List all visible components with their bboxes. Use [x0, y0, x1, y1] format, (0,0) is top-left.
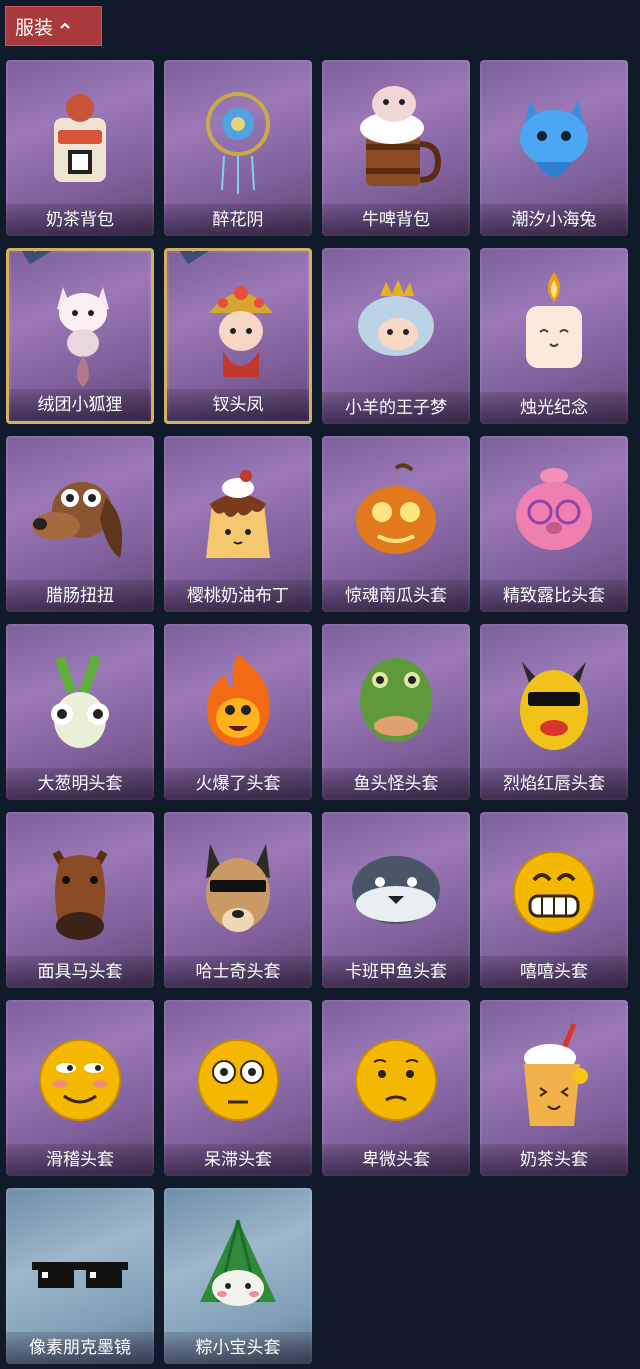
costume-label: 像素朋克墨镜 — [6, 1332, 154, 1364]
costume-card[interactable]: 潮汐小海兔 — [480, 60, 628, 236]
costume-card[interactable]: 大葱明头套 — [6, 624, 154, 800]
costume-label: 惊魂南瓜头套 — [322, 580, 470, 612]
horse-mask-icon — [26, 830, 134, 950]
costume-label: 醉花阴 — [164, 204, 312, 236]
costume-label: 嘻嘻头套 — [480, 956, 628, 988]
smirk-emoji-head-icon — [26, 1018, 134, 1138]
costume-card[interactable]: 卑微头套 — [322, 1000, 470, 1176]
costume-label: 腊肠扭扭 — [6, 580, 154, 612]
costume-label: 牛啤背包 — [322, 204, 470, 236]
costume-card[interactable]: 面具马头套 — [6, 812, 154, 988]
phoenix-crown-icon — [187, 269, 295, 389]
costume-label: 烛光纪念 — [480, 392, 628, 424]
cow-beer-mug-icon — [342, 78, 450, 198]
costume-label: 呆滞头套 — [164, 1144, 312, 1176]
fish-helmet-icon — [342, 830, 450, 950]
costume-card[interactable]: 嘻嘻头套 — [480, 812, 628, 988]
fire-head-icon — [184, 642, 292, 762]
costume-card[interactable]: 穿戴钗头凤 — [164, 248, 312, 424]
zongzi-head-icon — [184, 1206, 292, 1326]
costume-label: 绒团小狐狸 — [9, 389, 151, 421]
costume-card[interactable]: 烛光纪念 — [480, 248, 628, 424]
costume-label: 奶茶背包 — [6, 204, 154, 236]
costume-card[interactable]: 粽小宝头套 — [164, 1188, 312, 1364]
costume-card[interactable]: 烈焰红唇头套 — [480, 624, 628, 800]
fluffy-fox-icon — [29, 269, 137, 389]
costume-label: 奶茶头套 — [480, 1144, 628, 1176]
milk-tea-backpack-icon — [26, 78, 134, 198]
category-header-button[interactable]: 服装 — [5, 6, 102, 46]
chevron-up-icon — [60, 22, 70, 29]
costume-card[interactable]: 腊肠扭扭 — [6, 436, 154, 612]
costume-label: 精致露比头套 — [480, 580, 628, 612]
costume-card[interactable]: 惊魂南瓜头套 — [322, 436, 470, 612]
milk-tea-cup-head-icon — [500, 1018, 608, 1138]
costume-card[interactable]: 牛啤背包 — [322, 60, 470, 236]
costume-card[interactable]: 鱼头怪头套 — [322, 624, 470, 800]
stare-emoji-head-icon — [184, 1018, 292, 1138]
dachshund-head-icon — [26, 454, 134, 574]
costume-label: 哈士奇头套 — [164, 956, 312, 988]
costume-card[interactable]: 滑稽头套 — [6, 1000, 154, 1176]
costume-card[interactable]: 奶茶背包 — [6, 60, 154, 236]
shy-emoji-head-icon — [342, 1018, 450, 1138]
fish-head-icon — [342, 642, 450, 762]
yellow-lips-head-icon — [500, 642, 608, 762]
pixel-sunglasses-icon — [26, 1206, 134, 1326]
pink-rubi-head-icon — [500, 454, 608, 574]
costume-card[interactable]: 小羊的王子梦 — [322, 248, 470, 424]
costume-label: 大葱明头套 — [6, 768, 154, 800]
costume-card[interactable]: 精致露比头套 — [480, 436, 628, 612]
worn-badge-label: 穿戴 — [18, 251, 69, 265]
husky-head-icon — [184, 830, 292, 950]
costume-card[interactable]: 穿戴绒团小狐狸 — [6, 248, 154, 424]
costume-label: 火爆了头套 — [164, 768, 312, 800]
costume-label: 滑稽头套 — [6, 1144, 154, 1176]
costume-label: 卑微头套 — [322, 1144, 470, 1176]
costume-label: 粽小宝头套 — [164, 1332, 312, 1364]
costume-label: 钗头凤 — [167, 389, 309, 421]
green-onion-head-icon — [26, 642, 134, 762]
grin-emoji-head-icon — [500, 830, 608, 950]
flower-pendant-icon — [184, 78, 292, 198]
category-title: 服装 — [15, 16, 54, 39]
costume-card[interactable]: 醉花阴 — [164, 60, 312, 236]
sea-bunny-icon — [500, 78, 608, 198]
pumpkin-head-icon — [342, 454, 450, 574]
costume-label: 鱼头怪头套 — [322, 768, 470, 800]
costume-label: 面具马头套 — [6, 956, 154, 988]
costume-label: 烈焰红唇头套 — [480, 768, 628, 800]
costume-card[interactable]: 樱桃奶油布丁 — [164, 436, 312, 612]
costume-card[interactable]: 火爆了头套 — [164, 624, 312, 800]
costume-card[interactable]: 像素朋克墨镜 — [6, 1188, 154, 1364]
costume-label: 樱桃奶油布丁 — [164, 580, 312, 612]
costume-card[interactable]: 呆滞头套 — [164, 1000, 312, 1176]
pudding-head-icon — [184, 454, 292, 574]
costume-card[interactable]: 卡班甲鱼头套 — [322, 812, 470, 988]
costume-card[interactable]: 哈士奇头套 — [164, 812, 312, 988]
costume-label: 潮汐小海兔 — [480, 204, 628, 236]
costume-label: 卡班甲鱼头套 — [322, 956, 470, 988]
worn-badge-label: 穿戴 — [176, 251, 227, 265]
costume-label: 小羊的王子梦 — [322, 392, 470, 424]
candle-icon — [500, 266, 608, 386]
costume-card[interactable]: 奶茶头套 — [480, 1000, 628, 1176]
sheep-prince-icon — [342, 266, 450, 386]
